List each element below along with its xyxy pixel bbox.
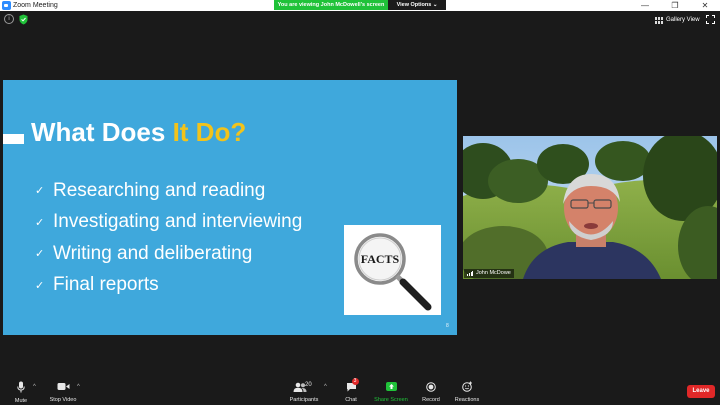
chat-unread-badge: 3	[351, 378, 359, 385]
participants-caret-icon[interactable]: ^	[324, 384, 327, 390]
slide-accent-bar	[3, 134, 24, 144]
connection-signal-icon	[467, 271, 473, 276]
slide-bullet: ✓ Researching and reading	[35, 175, 302, 207]
checkmark-icon: ✓	[35, 279, 45, 292]
slide-title: What Does It Do?	[31, 117, 246, 148]
shared-slide: What Does It Do? ✓ Researching and readin…	[3, 80, 457, 335]
chat-bubble-icon: 3	[346, 378, 359, 392]
chat-label: Chat	[345, 397, 357, 403]
encryption-shield-icon[interactable]	[19, 14, 28, 25]
meeting-info-icon[interactable]: i	[4, 14, 14, 24]
restore-button[interactable]: ❐	[660, 0, 690, 11]
window-controls: — ❐ ✕	[630, 0, 720, 11]
microphone-icon	[17, 381, 25, 393]
mute-label: Mute	[14, 398, 28, 404]
checkmark-icon: ✓	[35, 248, 45, 261]
meeting-top-bar: i Gallery View	[0, 11, 720, 29]
video-options-caret-icon[interactable]: ^	[77, 384, 80, 390]
slide-title-main: What Does	[31, 117, 173, 147]
record-icon	[426, 381, 436, 392]
chat-button[interactable]: 3 Chat	[343, 378, 359, 403]
participant-name: John McDowe	[476, 270, 511, 276]
bullet-text: Writing and deliberating	[53, 242, 253, 264]
view-options-button[interactable]: View Options ⌄	[388, 0, 446, 10]
gallery-view-button[interactable]: Gallery View	[655, 13, 700, 27]
participants-count: 20	[305, 382, 312, 388]
slide-number: 8	[446, 323, 449, 329]
participant-video-tile[interactable]: John McDowe	[463, 136, 717, 279]
gallery-grid-icon	[655, 16, 663, 24]
participant-name-label: John McDowe	[464, 269, 514, 278]
slide-title-highlight: It Do?	[172, 117, 247, 147]
facts-word: FACTS	[361, 252, 400, 266]
bullet-text: Researching and reading	[53, 179, 266, 201]
stop-video-button[interactable]: Stop Video	[48, 381, 78, 403]
slide-bullet: ✓ Final reports	[35, 270, 302, 302]
record-label: Record	[422, 397, 440, 403]
fullscreen-icon[interactable]	[706, 15, 715, 24]
meeting-toolbar: Mute ^ Stop Video ^ 20 Participants ^ 3 …	[0, 377, 720, 405]
slide-bullet: ✓ Writing and deliberating	[35, 238, 302, 270]
bullet-text: Final reports	[53, 274, 159, 296]
zoom-app-icon	[2, 1, 11, 10]
minimize-button[interactable]: —	[630, 0, 660, 11]
bullet-text: Investigating and interviewing	[53, 211, 303, 233]
reactions-button[interactable]: Reactions	[455, 381, 479, 403]
checkmark-icon: ✓	[35, 185, 45, 198]
facts-magnifier-image: FACTS	[344, 225, 441, 315]
checkmark-icon: ✓	[35, 216, 45, 229]
stop-video-label: Stop Video	[49, 397, 77, 403]
reactions-icon	[461, 381, 473, 392]
gallery-view-label: Gallery View	[666, 17, 700, 23]
window-title: Zoom Meeting	[13, 2, 58, 9]
share-screen-button[interactable]: Share Screen	[374, 381, 408, 403]
participants-button[interactable]: 20 Participants	[288, 381, 320, 403]
reactions-label: Reactions	[454, 397, 480, 403]
participants-icon: 20	[288, 381, 320, 392]
participant-video-feed	[463, 136, 717, 279]
audio-options-caret-icon[interactable]: ^	[33, 384, 36, 390]
video-camera-icon	[57, 381, 70, 392]
close-button[interactable]: ✕	[690, 0, 720, 11]
share-screen-label: Share Screen	[374, 397, 408, 403]
participants-label: Participants	[289, 397, 319, 403]
screen-share-banner: You are viewing John McDowell's screen	[274, 0, 388, 10]
record-button[interactable]: Record	[420, 381, 442, 403]
slide-bullet: ✓ Investigating and interviewing	[35, 207, 302, 239]
slide-bullet-list: ✓ Researching and reading ✓ Investigating …	[35, 175, 302, 301]
leave-meeting-button[interactable]: Leave	[687, 385, 715, 398]
mute-button[interactable]: Mute	[10, 381, 32, 404]
share-screen-icon	[385, 381, 397, 392]
